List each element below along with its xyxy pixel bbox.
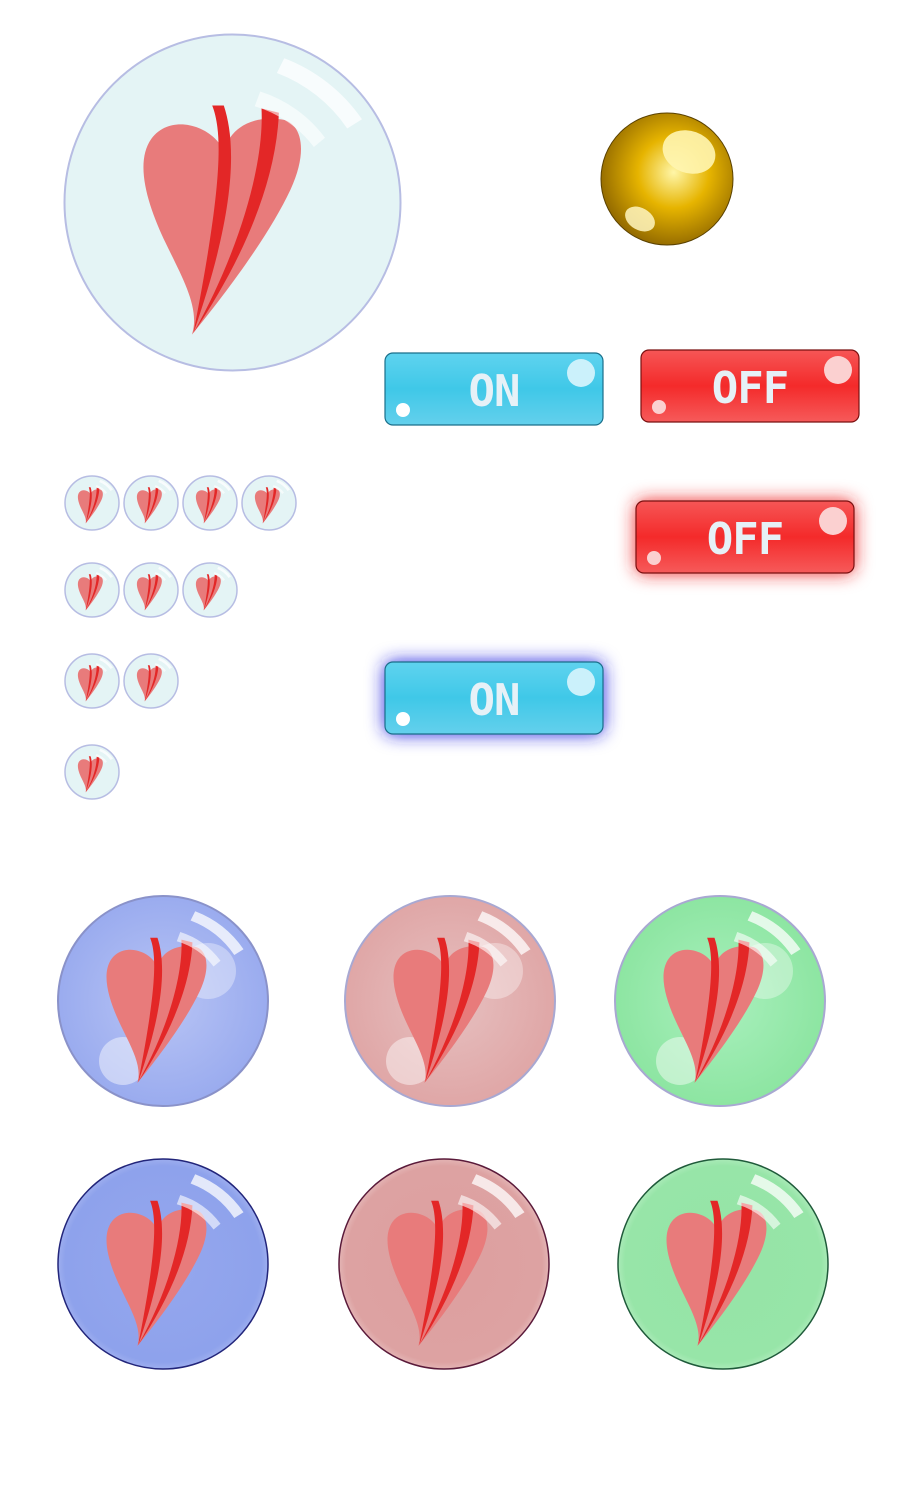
toggle-on-glow-button[interactable]: ON <box>384 661 604 735</box>
small-heart-bubble-icon[interactable] <box>122 474 180 532</box>
dark-blue-heart-bubble-icon[interactable] <box>55 1156 271 1372</box>
dark-pink-heart-bubble-icon[interactable] <box>336 1156 552 1372</box>
large-heart-bubble-icon[interactable] <box>60 30 405 375</box>
small-heart-bubble-icon[interactable] <box>63 474 121 532</box>
toggle-on-label: ON <box>469 366 520 417</box>
small-heart-bubble-icon[interactable] <box>240 474 298 532</box>
toggle-on-glow-label: ON <box>469 675 520 726</box>
small-heart-bubble-icon[interactable] <box>122 652 180 710</box>
toggle-off-glow-button[interactable]: OFF <box>635 500 855 574</box>
small-heart-bubble-icon[interactable] <box>181 561 239 619</box>
dark-green-heart-bubble-icon[interactable] <box>615 1156 831 1372</box>
toggle-off-label: OFF <box>712 363 788 414</box>
small-heart-bubble-icon[interactable] <box>63 652 121 710</box>
small-heart-bubble-icon[interactable] <box>122 561 180 619</box>
green-heart-bubble-icon[interactable] <box>612 893 828 1109</box>
small-heart-bubble-icon[interactable] <box>63 743 121 801</box>
gold-ball-icon[interactable] <box>598 110 736 248</box>
toggle-off-button[interactable]: OFF <box>640 349 860 423</box>
toggle-on-button[interactable]: ON <box>384 352 604 426</box>
small-heart-bubble-icon[interactable] <box>181 474 239 532</box>
small-heart-bubble-icon[interactable] <box>63 561 121 619</box>
toggle-off-glow-label: OFF <box>707 514 783 565</box>
pink-heart-bubble-icon[interactable] <box>342 893 558 1109</box>
blue-heart-bubble-icon[interactable] <box>55 893 271 1109</box>
